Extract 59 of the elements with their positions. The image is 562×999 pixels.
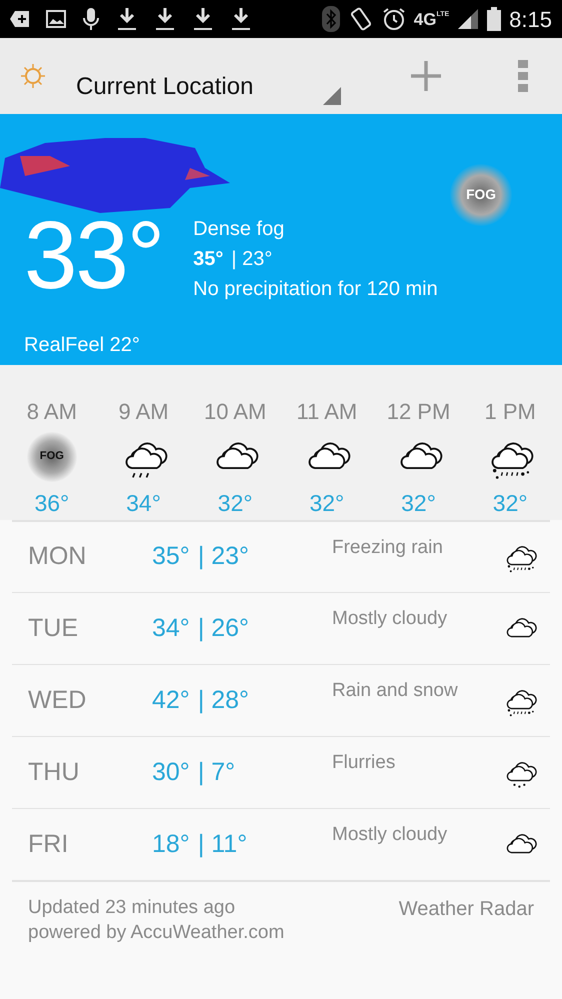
clock-time: 8:15	[509, 6, 552, 34]
signal-icon	[457, 8, 480, 30]
fog-icon: FOG	[450, 164, 512, 226]
network-type-label: 4G	[414, 10, 436, 28]
hour-temperature: 36°	[34, 488, 70, 518]
condition-text: Flurries	[332, 751, 396, 775]
low-temperature: | 11°	[198, 828, 248, 860]
hour-label: 11 AM	[296, 398, 358, 426]
hour-temperature: 32°	[401, 488, 436, 518]
download-icon	[192, 7, 214, 31]
fog-icon: FOG	[26, 432, 77, 482]
battery-icon	[487, 7, 502, 31]
hour-label: 9 AM	[118, 398, 169, 426]
download-icon	[116, 7, 138, 31]
hour-temperature: 34°	[126, 488, 161, 518]
hour-temperature: 32°	[492, 488, 528, 518]
high-temperature: 35°	[152, 541, 190, 572]
day-label: WED	[27, 684, 88, 716]
condition-text: Mostly cloudy	[332, 823, 448, 847]
download-icon	[154, 7, 176, 31]
low-temperature: | 23°	[231, 247, 272, 272]
hour-label: 10 AM	[204, 398, 266, 426]
condition-text: Rain and snow	[332, 679, 459, 703]
high-temperature: 42°	[152, 684, 190, 716]
add-icon[interactable]	[410, 60, 442, 92]
download-icon	[230, 7, 252, 31]
condition-text: Mostly cloudy	[332, 607, 448, 631]
high-temperature: 18°	[152, 828, 190, 860]
hour-temperature: 32°	[218, 488, 253, 518]
dropdown-triangle-icon	[323, 87, 342, 105]
updated-text: Updated 23 minutes ago	[28, 896, 236, 920]
add-notification-icon	[10, 10, 30, 28]
condition-text: Freezing rain	[332, 536, 444, 560]
more-menu-icon[interactable]	[518, 60, 528, 92]
alarm-icon	[382, 7, 406, 31]
low-temperature: | 7°	[198, 756, 236, 788]
day-label: FRI	[27, 828, 70, 860]
precipitation-text: No precipitation for 120 min	[193, 277, 438, 302]
low-temperature: | 23°	[198, 541, 250, 572]
realfeel-text: RealFeel 22°	[24, 333, 140, 358]
condition-text: Dense fog	[193, 217, 286, 242]
microphone-icon	[82, 7, 100, 31]
hour-label: 1 PM	[484, 398, 536, 426]
day-label: TUE	[27, 612, 79, 644]
hour-label: 12 PM	[386, 398, 450, 426]
day-label: MON	[27, 541, 88, 572]
hour-label: 8 AM	[26, 398, 77, 426]
low-temperature: | 28°	[198, 684, 250, 716]
high-temperature: 34°	[152, 612, 190, 644]
low-temperature: | 26°	[198, 612, 250, 644]
sun-icon[interactable]	[20, 63, 46, 89]
day-label: THU	[27, 756, 80, 788]
image-icon	[46, 10, 66, 28]
bluetooth-icon	[322, 6, 340, 32]
high-temperature: 30°	[152, 756, 190, 788]
high-temperature: 35°	[193, 247, 224, 272]
attribution-text: powered by AccuWeather.com	[28, 920, 284, 945]
hour-temperature: 32°	[309, 488, 344, 518]
current-temperature: 33°	[24, 208, 164, 304]
